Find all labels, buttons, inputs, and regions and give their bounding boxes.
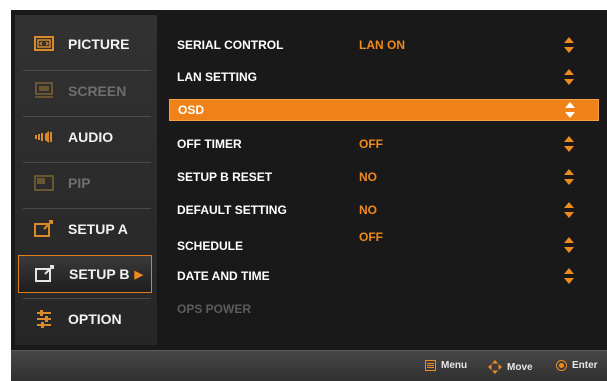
setting-label: LAN SETTING: [177, 70, 257, 84]
submenu-arrow-icon: ▶: [134, 268, 143, 281]
setting-osd[interactable]: OSD: [169, 99, 599, 121]
settings-list: SERIAL CONTROL LAN ON LAN SETTING OSD OF…: [167, 10, 607, 350]
category-label: SETUP A: [68, 221, 128, 237]
setting-label: DEFAULT SETTING: [177, 203, 287, 217]
setting-value: NO: [359, 203, 377, 217]
setting-setup-b-reset[interactable]: SETUP B RESET NO: [167, 165, 597, 189]
setting-label: SERIAL CONTROL: [177, 38, 284, 52]
divider: [23, 298, 151, 299]
setting-schedule[interactable]: SCHEDULE OFF: [167, 230, 597, 254]
up-down-arrows-icon[interactable]: [563, 36, 575, 54]
divider: [23, 70, 151, 71]
divider: [23, 208, 151, 209]
picture-icon: [34, 35, 54, 53]
enter-icon: [556, 360, 567, 371]
category-label: SCREEN: [68, 83, 127, 99]
setting-value: OFF: [359, 230, 383, 244]
category-screen[interactable]: SCREEN: [18, 72, 152, 110]
pip-icon: [34, 174, 54, 192]
setting-label: SCHEDULE: [177, 239, 244, 253]
up-down-arrows-icon[interactable]: [563, 68, 575, 86]
setting-value: LAN ON: [359, 38, 405, 52]
move-arrows-icon: [488, 360, 502, 374]
up-down-arrows-icon[interactable]: [563, 168, 575, 186]
up-down-arrows-icon[interactable]: [563, 135, 575, 153]
setup-a-icon: [34, 220, 54, 238]
divider: [23, 116, 151, 117]
enter-hint-label: Enter: [572, 360, 598, 371]
setting-value: NO: [359, 170, 377, 184]
setting-date-and-time[interactable]: DATE AND TIME: [167, 264, 597, 288]
category-label: PICTURE: [68, 36, 130, 52]
category-pip[interactable]: PIP: [18, 164, 152, 202]
setting-off-timer[interactable]: OFF TIMER OFF: [167, 132, 597, 156]
setting-label: OFF TIMER: [177, 137, 242, 151]
menu-hint: Menu: [425, 360, 467, 371]
up-down-arrows-icon[interactable]: [564, 101, 576, 119]
category-option[interactable]: OPTION: [18, 300, 152, 338]
move-hint-label: Move: [507, 361, 533, 373]
setting-label: DATE AND TIME: [177, 269, 270, 283]
setting-value: OFF: [359, 137, 383, 151]
audio-icon: [34, 128, 54, 146]
key-guide-bar: Menu Move Enter: [11, 350, 607, 381]
category-setup-b[interactable]: SETUP B ▶: [18, 255, 152, 293]
osd-menu: PICTURE SCREEN AUDIO PIP SETUP A SETUP B…: [11, 10, 607, 381]
setting-serial-control[interactable]: SERIAL CONTROL LAN ON: [167, 33, 597, 57]
setting-lan-setting[interactable]: LAN SETTING: [167, 65, 597, 89]
up-down-arrows-icon[interactable]: [563, 267, 575, 285]
enter-hint: Enter: [556, 360, 598, 371]
setting-label: OSD: [178, 103, 205, 117]
category-label: SETUP B: [69, 266, 130, 282]
up-down-arrows-icon[interactable]: [563, 201, 575, 219]
setting-default-setting[interactable]: DEFAULT SETTING NO: [167, 198, 597, 222]
option-icon: [34, 310, 54, 328]
category-audio[interactable]: AUDIO: [18, 118, 152, 156]
screen-icon: [34, 82, 54, 100]
category-label: PIP: [68, 175, 91, 191]
menu-hint-label: Menu: [441, 360, 468, 371]
setting-label: SETUP B RESET: [177, 170, 273, 184]
setting-label: OPS POWER: [177, 302, 252, 316]
move-hint: Move: [488, 360, 533, 374]
category-column: PICTURE SCREEN AUDIO PIP SETUP A SETUP B…: [15, 15, 157, 345]
category-label: OPTION: [68, 311, 122, 327]
category-label: AUDIO: [68, 129, 114, 145]
setup-b-icon: [35, 265, 55, 283]
setting-ops-power: OPS POWER: [167, 297, 597, 321]
category-setup-a[interactable]: SETUP A: [18, 210, 152, 248]
up-down-arrows-icon[interactable]: [563, 236, 575, 254]
menu-icon: [425, 360, 436, 371]
category-picture[interactable]: PICTURE: [18, 25, 152, 63]
divider: [23, 162, 151, 163]
